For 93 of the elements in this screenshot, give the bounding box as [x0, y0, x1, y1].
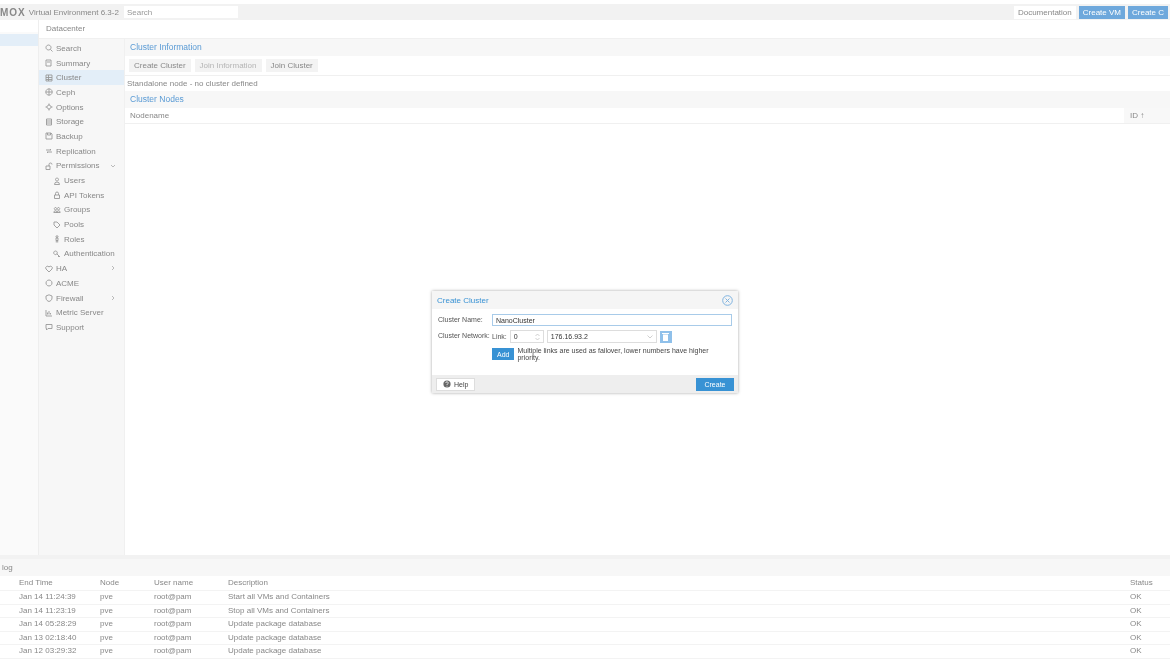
table-cell-text: OK — [1129, 591, 1143, 603]
table-cell-text: Jan 14 11:23:19 — [18, 604, 77, 617]
table-cell-text: pve — [99, 631, 114, 644]
chevron-right-icon[interactable] — [110, 294, 116, 301]
nav-item[interactable]: Support — [39, 320, 124, 335]
table-cell-text: pve — [99, 604, 114, 617]
table-cell-text: Jan 13 02:18:40 — [18, 631, 78, 644]
column-header[interactable]: ID ↑ — [1124, 108, 1170, 123]
tag-icon — [53, 220, 61, 229]
chevron-down-icon[interactable] — [110, 162, 116, 169]
column-header[interactable]: User name — [150, 576, 224, 590]
nav-item[interactable]: Firewall — [39, 290, 124, 306]
database-icon — [45, 117, 53, 126]
nav-item[interactable]: Search — [39, 41, 124, 56]
search-icon — [45, 44, 53, 53]
users-icon — [53, 205, 61, 214]
table-cell-text: Start all VMs and Containers — [227, 591, 331, 603]
user-icon — [53, 176, 61, 185]
column-header[interactable]: Node — [96, 576, 150, 590]
help-icon — [443, 380, 451, 388]
chevron-right-icon[interactable] — [110, 265, 116, 272]
column-header[interactable]: Description — [224, 576, 1125, 590]
chevron-down-icon[interactable] — [646, 334, 653, 339]
table-cell-text: Jan 14 11:24:39 — [18, 591, 77, 603]
lock-icon — [53, 191, 61, 200]
unlock-icon — [45, 161, 53, 170]
table-cell-text: Update package database — [227, 631, 323, 644]
delete-button[interactable] — [659, 330, 672, 343]
nav-item[interactable]: API Tokens — [39, 187, 124, 203]
table-cell-text: root@pam — [153, 604, 193, 617]
toolbar-button[interactable]: Create Cluster — [129, 59, 191, 72]
nav-item[interactable]: Storage — [39, 114, 124, 130]
key-icon — [53, 249, 61, 258]
table-cell-text: root@pam — [153, 591, 193, 603]
panel-title: Cluster Information — [125, 39, 1170, 56]
table-cell-text: Jan 14 05:28:29 — [18, 618, 78, 630]
table-cell-text: Jan 12 03:29:32 — [18, 645, 78, 657]
nav-item[interactable]: Options — [39, 99, 124, 115]
spinner-icon[interactable] — [534, 332, 540, 341]
dialog-title: Create Cluster — [437, 295, 489, 305]
nav-item[interactable]: Authentication — [39, 246, 124, 262]
table-cell-text: OK — [1129, 645, 1143, 657]
nav-item[interactable]: HA — [39, 261, 124, 276]
table-cell-text: OK — [1129, 618, 1143, 630]
logo: MOX — [0, 6, 26, 18]
table-cell-text: pve — [99, 591, 114, 603]
heart-icon — [45, 264, 53, 273]
table-cell-text: OK — [1129, 631, 1143, 644]
grid-icon — [45, 73, 53, 82]
nav-item[interactable]: Ceph — [39, 85, 124, 100]
nav-item[interactable]: Replication — [39, 143, 124, 159]
tree-row[interactable] — [0, 34, 38, 46]
column-header[interactable]: Status — [1125, 576, 1170, 590]
column-header[interactable]: End Time — [15, 576, 96, 590]
panel-title: Cluster Nodes — [125, 91, 1170, 108]
shield-icon — [45, 294, 53, 303]
trash-icon — [662, 332, 670, 341]
table-cell-text: Update package database — [227, 618, 323, 630]
nav-item[interactable]: ACME — [39, 276, 124, 291]
search-field[interactable]: Search — [123, 6, 238, 18]
version-label: Virtual Environment 6.3-2 — [28, 7, 119, 17]
speech-icon — [45, 323, 53, 332]
table-cell-text: OK — [1129, 604, 1143, 617]
book-icon — [45, 59, 53, 68]
table-cell-text: pve — [99, 618, 114, 630]
column-header[interactable]: Nodename — [125, 108, 1124, 123]
nav-item[interactable]: Users — [39, 173, 124, 188]
nav-item[interactable]: Roles — [39, 231, 124, 247]
person-icon — [53, 235, 61, 244]
floppy-icon — [45, 132, 53, 141]
table-cell-text: root@pam — [153, 618, 193, 630]
table-cell-text: root@pam — [153, 645, 193, 657]
table-cell-text: pve — [99, 645, 114, 657]
table-cell-text: Update package database — [227, 645, 323, 657]
nav-item[interactable]: Permissions — [39, 158, 124, 174]
nav-item[interactable]: Summary — [39, 55, 124, 71]
chart-icon — [45, 308, 53, 317]
nav-item[interactable]: Groups — [39, 202, 124, 218]
globe-icon — [45, 88, 53, 97]
nav-item[interactable]: Pools — [39, 217, 124, 232]
header-button[interactable]: Documentation — [1013, 5, 1076, 19]
toolbar-button[interactable]: Join Cluster — [265, 59, 318, 72]
header-button[interactable]: Create C — [1128, 5, 1168, 19]
arrows-icon — [45, 147, 53, 156]
nav-item[interactable]: Backup — [39, 129, 124, 144]
header-button[interactable]: Create VM — [1078, 5, 1125, 19]
table-cell-text: Stop all VMs and Containers — [227, 604, 331, 617]
cluster-status: Standalone node - no cluster defined — [126, 78, 259, 90]
nav-item[interactable]: Cluster — [39, 70, 124, 86]
log-title: log — [0, 559, 1170, 576]
close-icon[interactable] — [722, 294, 733, 306]
table-cell-text: root@pam — [153, 631, 193, 644]
nav-item[interactable]: Metric Server — [39, 305, 124, 321]
